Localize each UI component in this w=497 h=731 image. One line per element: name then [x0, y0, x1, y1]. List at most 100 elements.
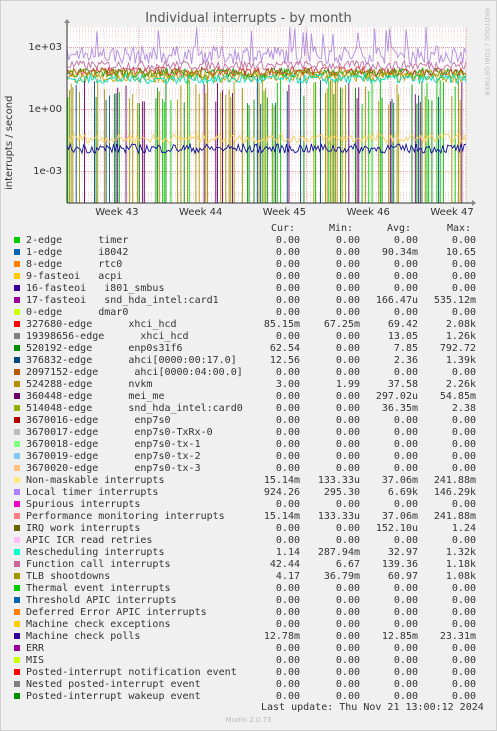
- legend-label: 514048-edge snd_hda_intel:card0: [26, 403, 243, 414]
- legend-row: Machine check polls 12.78m 0.00 12.85m 23.31…: [0, 631, 497, 643]
- rrdtool-credit: RRDTOOL / TOBI OETIKER: [483, 8, 491, 97]
- x-tick-label: Week 47: [430, 207, 474, 218]
- legend-cur-value: 12.78m: [263, 631, 300, 642]
- legend-min-value: 36.79m: [323, 571, 360, 582]
- legend-max-value: 792.72: [439, 343, 476, 354]
- legend-min-value: 0.00: [335, 415, 360, 426]
- legend-label: TLB shootdowns: [26, 571, 111, 582]
- legend-min-value: 0.00: [335, 343, 360, 354]
- legend-label: Performance monitoring interrupts: [26, 511, 225, 522]
- legend-swatch: [14, 261, 20, 267]
- legend-cur-value: 0.00: [275, 499, 300, 510]
- legend-row: 1-edge i8042 0.00 0.00 90.34m 10.65: [0, 247, 497, 259]
- legend-swatch: [14, 417, 20, 423]
- legend-cur-value: 4.17: [275, 571, 300, 582]
- legend-cur-value: 12.56: [269, 355, 300, 366]
- legend-min-value: 133.33u: [317, 511, 360, 522]
- legend-swatch: [14, 549, 20, 555]
- legend-min-value: 0.00: [335, 655, 360, 666]
- legend-min-value: 0.00: [335, 691, 360, 702]
- legend-min-value: 0.00: [335, 523, 360, 534]
- legend-avg-value: 0.00: [393, 619, 418, 630]
- legend-label: 3670020-edge enp7s0-tx-3: [26, 463, 201, 474]
- legend-label: APIC ICR read retries: [26, 535, 153, 546]
- legend-row: 3670019-edge enp7s0-tx-2 0.00 0.00 0.00 0.00: [0, 451, 497, 463]
- legend-max-value: 0.00: [451, 583, 476, 594]
- legend-min-value: 0.00: [335, 403, 360, 414]
- legend-swatch: [14, 453, 20, 459]
- legend-label: Thermal event interrupts: [26, 583, 171, 594]
- legend-avg-value: 139.36: [381, 559, 418, 570]
- y-tick-label: 1e+03: [28, 41, 62, 53]
- legend-min-value: 0.00: [335, 283, 360, 294]
- legend-swatch: [14, 597, 20, 603]
- legend-label: 2-edge timer: [26, 235, 129, 246]
- legend-max-value: 0.00: [451, 439, 476, 450]
- legend-cur-value: 0.00: [275, 463, 300, 474]
- legend-row: 376832-edge ahci[0000:00:17.0] 12.56 0.00 2…: [0, 355, 497, 367]
- legend-swatch: [14, 249, 20, 255]
- legend-swatch: [14, 657, 20, 663]
- legend-label: 360448-edge mei_me: [26, 391, 165, 402]
- legend-avg-value: 0.00: [393, 259, 418, 270]
- legend-row: Rescheduling interrupts 1.14 287.94m 32.97 1…: [0, 547, 497, 559]
- legend-label: Machine check exceptions: [26, 619, 171, 630]
- legend-max-value: 2.38: [451, 403, 476, 414]
- legend-row: 360448-edge mei_me 0.00 0.00 297.02u 54.85m: [0, 391, 497, 403]
- legend-max-value: 0.00: [451, 667, 476, 678]
- legend-label: Non-maskable interrupts: [26, 475, 165, 486]
- legend-avg-value: 6.69k: [387, 487, 418, 498]
- legend-cur-value: 62.54: [269, 343, 300, 354]
- legend-min-value: 0.00: [335, 235, 360, 246]
- legend-cur-value: 0.00: [275, 235, 300, 246]
- legend-swatch: [14, 285, 20, 291]
- x-axis-arrow: [472, 200, 476, 206]
- legend-max-value: 0.00: [451, 367, 476, 378]
- legend-cur-value: 0.00: [275, 583, 300, 594]
- col-avg-header: Avg:: [387, 223, 412, 234]
- legend-swatch: [14, 489, 20, 495]
- legend-row: 17-fasteoi snd_hda_intel:card1 0.00 0.00 16…: [0, 295, 497, 307]
- legend-max-value: 146.29k: [433, 487, 476, 498]
- chart-title: Individual interrupts - by month: [145, 11, 352, 26]
- legend-max-value: 0.00: [451, 655, 476, 666]
- legend-row: TLB shootdowns 4.17 36.79m 60.97 1.08k: [0, 571, 497, 583]
- legend-max-value: 0.00: [451, 451, 476, 462]
- legend-min-value: 0.00: [335, 535, 360, 546]
- legend-label: Deferred Error APIC interrupts: [26, 607, 207, 618]
- legend-min-value: 0.00: [335, 619, 360, 630]
- legend-label: 2097152-edge ahci[0000:04:00.0]: [26, 367, 243, 378]
- legend-swatch: [14, 237, 20, 243]
- legend-avg-value: 13.05: [387, 331, 418, 342]
- legend-avg-value: 0.00: [393, 499, 418, 510]
- legend-label: 524288-edge nvkm: [26, 379, 153, 390]
- legend-cur-value: 0.00: [275, 415, 300, 426]
- legend-row: Thermal event interrupts 0.00 0.00 0.00 0.00: [0, 583, 497, 595]
- legend-avg-value: 0.00: [393, 607, 418, 618]
- legend-cur-value: 0.00: [275, 283, 300, 294]
- legend-label: Machine check polls: [26, 631, 141, 642]
- x-tick-label: Week 44: [179, 207, 223, 218]
- legend-min-value: 0.00: [335, 631, 360, 642]
- legend-max-value: 0.00: [451, 307, 476, 318]
- legend-avg-value: 0.00: [393, 235, 418, 246]
- legend-row: Nested posted-interrupt event 0.00 0.00 0.0…: [0, 679, 497, 691]
- legend-avg-value: 0.00: [393, 427, 418, 438]
- legend-label: 1-edge i8042: [26, 247, 129, 258]
- legend-max-value: 0.00: [451, 619, 476, 630]
- legend-cur-value: 0.00: [275, 259, 300, 270]
- legend-label: 17-fasteoi snd_hda_intel:card1: [26, 295, 219, 306]
- legend-label: 3670018-edge enp7s0-tx-1: [26, 439, 201, 450]
- legend-avg-value: 7.85: [393, 343, 418, 354]
- legend-avg-value: 0.00: [393, 667, 418, 678]
- legend-cur-value: 15.14m: [263, 475, 300, 486]
- legend-cur-value: 0.00: [275, 247, 300, 258]
- legend-min-value: 295.30: [323, 487, 360, 498]
- col-cur-header: Cur:: [271, 223, 296, 234]
- legend-swatch: [14, 345, 20, 351]
- legend-max-value: 2.26k: [445, 379, 476, 390]
- legend-avg-value: 152.10u: [375, 523, 418, 534]
- legend-label: 16-fasteoi i801_smbus: [26, 283, 165, 294]
- legend-min-value: 0.00: [335, 439, 360, 450]
- legend-row: Performance monitoring interrupts 15.14m 1…: [0, 511, 497, 523]
